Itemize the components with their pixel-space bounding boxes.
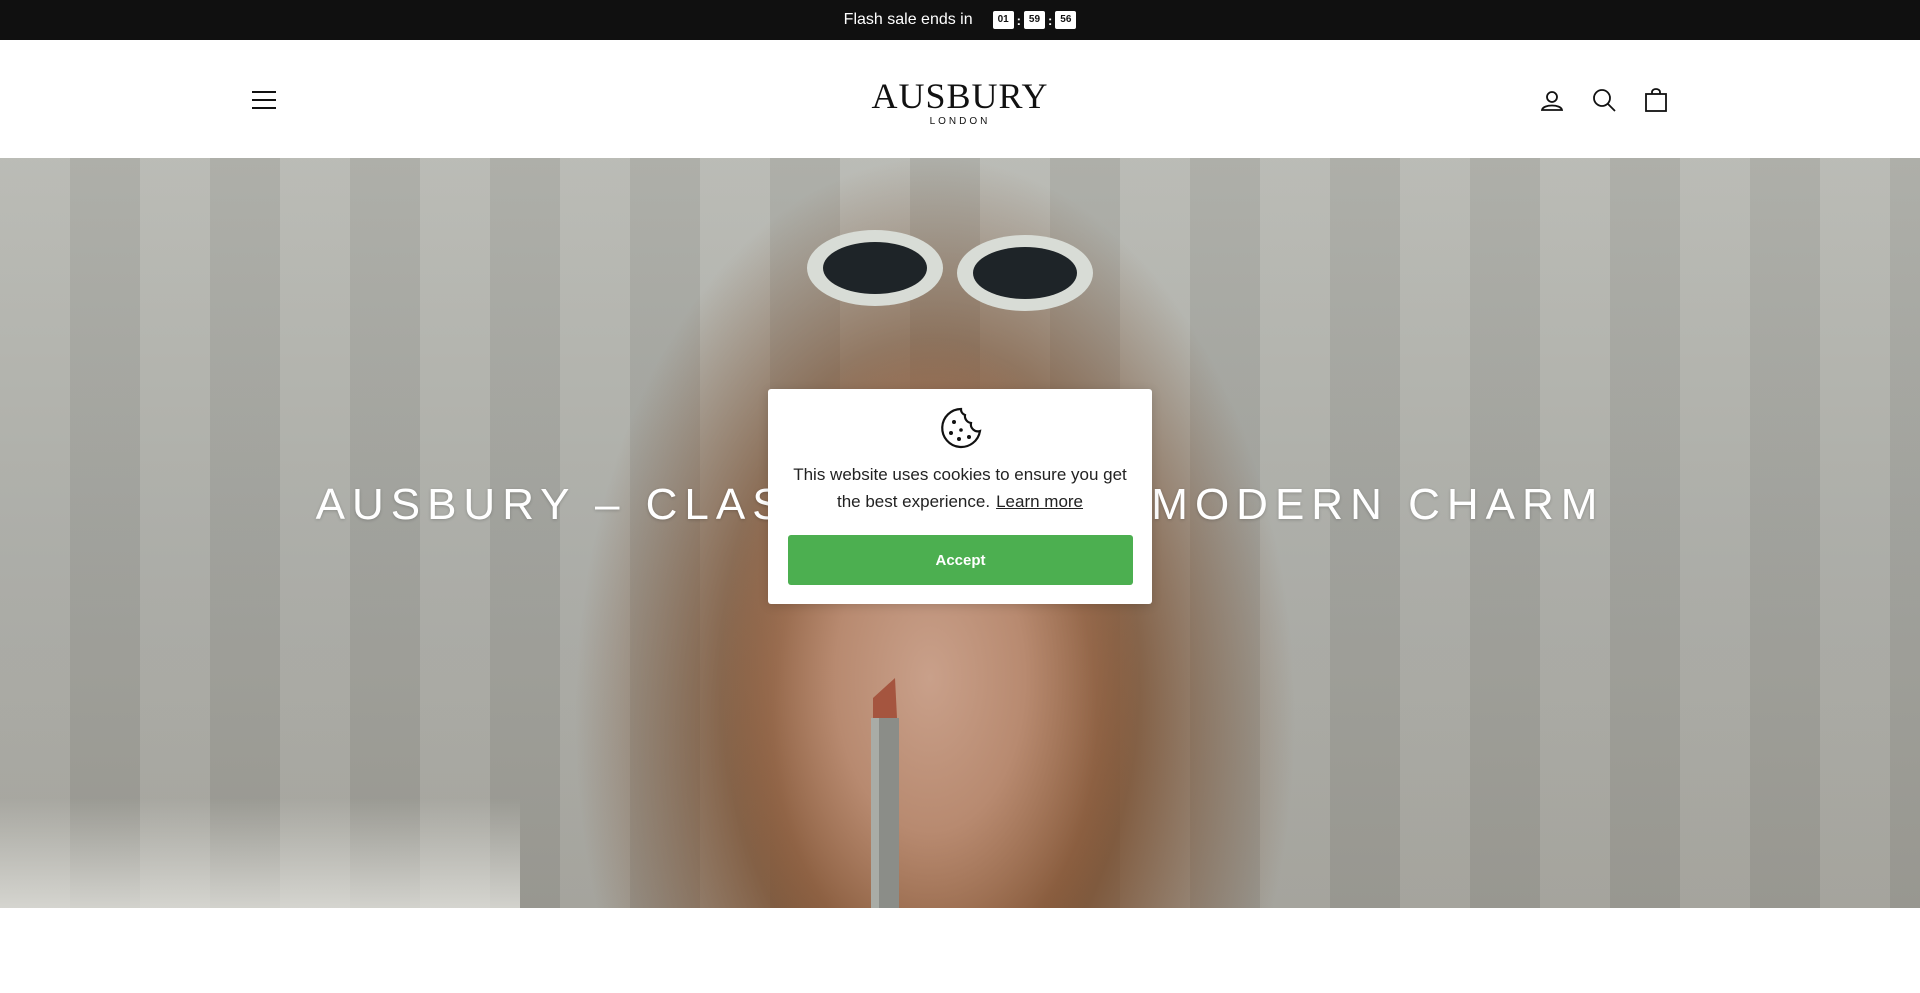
timer-hours: 01: [992, 11, 1014, 29]
timer-separator: :: [1047, 12, 1053, 28]
sunglasses-image: [807, 230, 1093, 311]
flash-sale-label: Flash sale ends in: [843, 11, 973, 28]
cookie-icon: [941, 407, 982, 449]
timer-minutes: 59: [1023, 11, 1045, 29]
cart-button[interactable]: [1639, 83, 1673, 117]
logo-subtitle: LONDON: [929, 116, 991, 127]
account-button[interactable]: [1535, 83, 1569, 117]
cookie-message: This website uses cookies to ensure you …: [788, 461, 1132, 515]
timer-seconds: 56: [1055, 11, 1077, 29]
countdown-timer: 01 : 59 : 56: [992, 11, 1077, 29]
hero-image-detail: [0, 798, 520, 908]
announcement-bar: Flash sale ends in 01 : 59 : 56: [0, 0, 1920, 40]
logo-name: AUSBURY: [871, 76, 1049, 116]
cookie-consent-banner: This website uses cookies to ensure you …: [768, 389, 1152, 604]
site-header: AUSBURY LONDON: [0, 40, 1920, 158]
user-icon: [1540, 91, 1564, 111]
search-icon: [1593, 89, 1616, 112]
hamburger-menu-icon: [252, 91, 276, 109]
search-button[interactable]: [1587, 83, 1621, 117]
lipstick-image: [871, 678, 899, 908]
shopping-bag-icon: [1645, 88, 1667, 112]
timer-separator: :: [1016, 12, 1021, 28]
learn-more-link[interactable]: Learn more: [996, 492, 1083, 511]
accept-button[interactable]: Accept: [788, 535, 1133, 585]
menu-button[interactable]: [248, 84, 280, 116]
site-logo[interactable]: AUSBURY LONDON: [860, 77, 1060, 127]
